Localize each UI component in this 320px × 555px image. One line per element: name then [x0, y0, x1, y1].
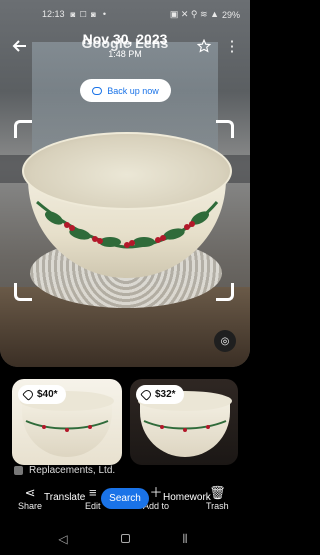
result-card[interactable]: $40*: [12, 379, 122, 465]
edit-label: Edit: [85, 501, 101, 511]
status-time: 12:13: [42, 9, 65, 19]
system-nav-bar: ◁ ⫴: [0, 523, 250, 555]
battery-level: 29%: [221, 9, 240, 20]
result-holly-pattern: [143, 420, 227, 432]
backup-button[interactable]: Back up now: [80, 79, 171, 102]
price-tag: $40*: [18, 385, 66, 404]
status-right-group: ▣ ✕ ⚲ ≋ ▲ 29%: [170, 9, 240, 20]
share-icon: ⋖: [24, 485, 36, 500]
result-holly-pattern: [25, 420, 109, 432]
more-vert-icon[interactable]: ⋮: [224, 36, 240, 56]
tag-icon: [140, 388, 153, 401]
backup-label: Back up now: [107, 85, 159, 96]
back-arrow-icon[interactable]: [10, 36, 30, 56]
nav-home-icon[interactable]: [116, 531, 134, 547]
trash-icon: 🗑: [209, 485, 226, 500]
price-label: $32*: [155, 389, 176, 400]
star-icon[interactable]: [194, 36, 214, 56]
search-chip[interactable]: Search: [101, 488, 149, 509]
crop-corner-bottom-right[interactable]: [216, 283, 234, 301]
holly-pattern: [36, 200, 219, 249]
bowl-image: [22, 132, 232, 278]
homework-chip[interactable]: Homework: [163, 492, 211, 503]
tag-icon: [22, 388, 35, 401]
crop-corner-top-right[interactable]: [216, 120, 234, 138]
photo-viewer[interactable]: Google Lens Nov 30, 2023 1:48 PM ⋮ Back …: [0, 0, 250, 367]
price-label: $40*: [37, 389, 58, 400]
nav-recents-icon[interactable]: ⫴: [176, 531, 194, 547]
status-left-icons: ◙ ☐ ◙: [70, 9, 97, 19]
share-button[interactable]: ⋖ Share: [18, 485, 42, 511]
status-bar: 12:13 ◙ ☐ ◙ • ▣ ✕ ⚲ ≋ ▲ 29%: [0, 0, 250, 28]
result-source[interactable]: Replacements, Ltd.: [14, 465, 115, 476]
source-label: Replacements, Ltd.: [29, 465, 116, 476]
share-label: Share: [18, 501, 43, 511]
crop-corner-top-left[interactable]: [14, 120, 32, 138]
nav-back-icon[interactable]: ◁: [54, 531, 72, 547]
edit-button[interactable]: ≡ Edit: [85, 485, 101, 511]
source-favicon-icon: [14, 466, 23, 475]
cloud-upload-icon: [92, 86, 103, 95]
add-to-icon: ＋: [149, 485, 163, 500]
translate-chip[interactable]: Translate: [44, 492, 85, 503]
lens-icon[interactable]: ◎: [214, 330, 236, 352]
crop-corner-bottom-left[interactable]: [14, 283, 32, 301]
status-dot: •: [102, 9, 106, 19]
edit-icon: ≡: [88, 485, 97, 500]
result-card[interactable]: $32*: [130, 379, 238, 465]
price-tag: $32*: [136, 385, 184, 404]
status-right-icons: ▣ ✕ ⚲ ≋ ▲: [169, 9, 219, 19]
